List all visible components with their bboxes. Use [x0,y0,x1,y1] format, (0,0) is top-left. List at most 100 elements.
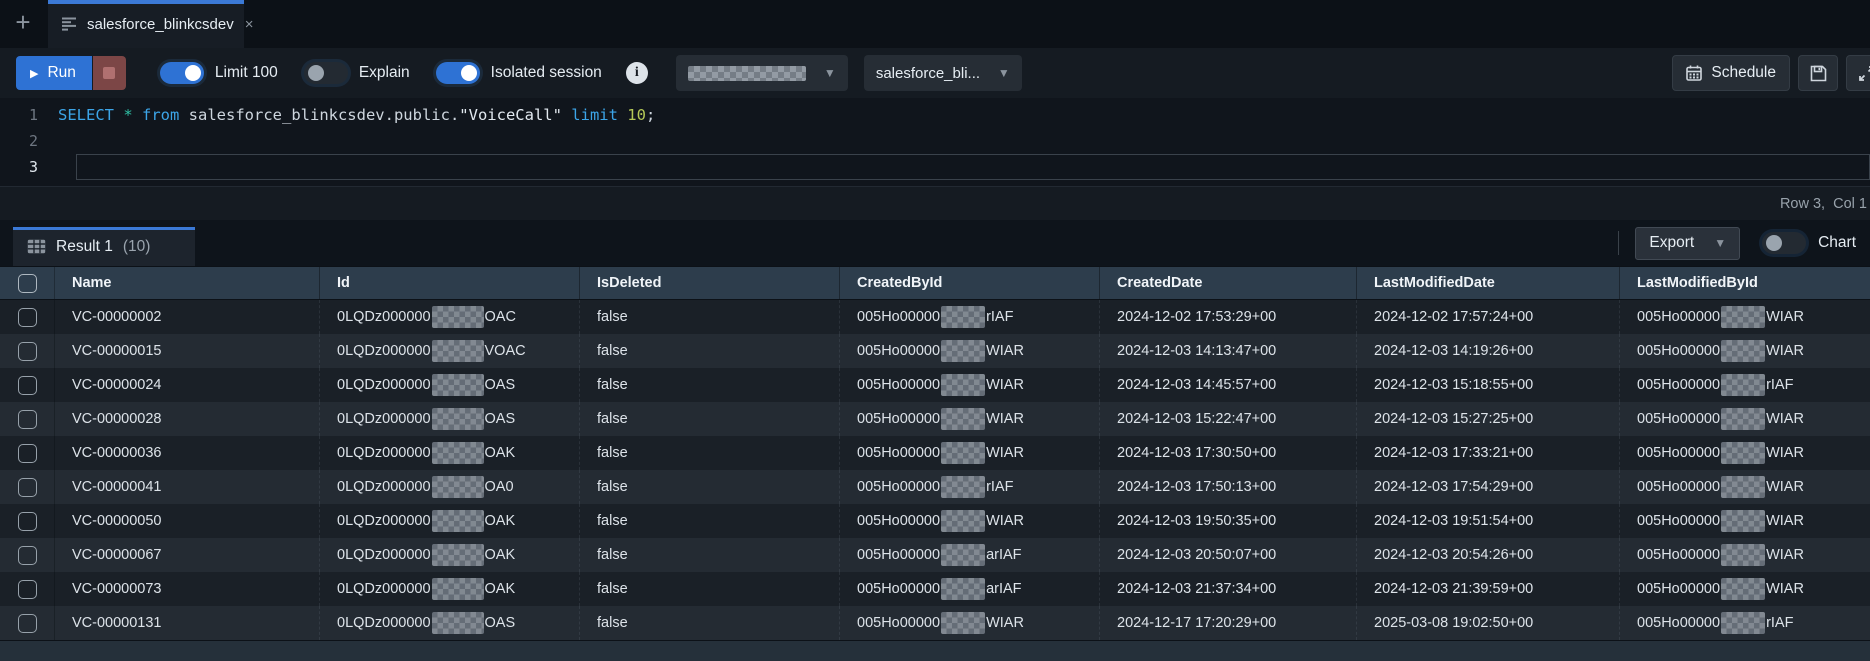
row-checkbox[interactable] [18,444,37,463]
cell-text: VC-00000067 [72,547,162,563]
table-row[interactable]: VC-00000024 0LQDz000000OAS false 005Ho00… [0,368,1870,402]
row-checkbox[interactable] [18,342,37,361]
cell-text: OAS [485,615,516,631]
tab-close-icon[interactable]: × [245,16,254,33]
cell-text: VC-00000024 [72,377,162,393]
info-icon[interactable]: i [626,62,648,84]
cell-text: 005Ho00000 [857,309,940,325]
cell-text: 2024-12-03 14:19:26+00 [1374,343,1533,359]
row-select-cell [0,300,55,334]
column-header-createdbyid[interactable]: CreatedById [840,267,1100,299]
cell-text: 0LQDz000000 [337,513,431,529]
schedule-button[interactable]: Schedule [1672,55,1790,91]
cell-createdbyid: 005Ho00000WIAR [840,504,1100,538]
chart-toggle[interactable] [1762,232,1806,254]
cell-text: 005Ho00000 [857,479,940,495]
column-header-createddate[interactable]: CreatedDate [1100,267,1357,299]
cell-text: 005Ho00000 [1637,343,1720,359]
redacted-text-block [1721,578,1765,600]
expand-editor-button[interactable] [1846,55,1870,91]
row-checkbox[interactable] [18,308,37,327]
cell-text: false [597,615,628,631]
cell-id: 0LQDz000000OAC [320,300,580,334]
cell-name: VC-00000024 [55,368,320,402]
cell-text: 005Ho00000 [857,615,940,631]
redacted-text-block [1721,442,1765,464]
table-row[interactable]: VC-00000015 0LQDz000000VOAC false 005Ho0… [0,334,1870,368]
new-tab-button[interactable]: + [0,0,46,48]
row-checkbox[interactable] [18,614,37,633]
save-button[interactable] [1798,55,1838,91]
column-header-id[interactable]: Id [320,267,580,299]
cell-text: WIAR [1766,411,1804,427]
cell-text: false [597,581,628,597]
row-checkbox[interactable] [18,546,37,565]
table-row[interactable]: VC-00000036 0LQDz000000OAK false 005Ho00… [0,436,1870,470]
cell-text: arIAF [986,547,1021,563]
cell-text: OAK [485,581,516,597]
database-dropdown-value: salesforce_bli... [876,65,980,82]
cell-text: false [597,445,628,461]
run-button[interactable]: ▶ Run [16,56,92,90]
table-row[interactable]: VC-00000002 0LQDz000000OAC false 005Ho00… [0,300,1870,334]
cell-isdeleted: false [580,538,840,572]
row-checkbox[interactable] [18,580,37,599]
cell-lastmodifiedbyid: 005Ho00000WIAR [1620,436,1870,470]
table-row[interactable]: VC-00000073 0LQDz000000OAK false 005Ho00… [0,572,1870,606]
cell-text: VC-00000002 [72,309,162,325]
sql-statement: SELECT * from salesforce_blinkcsdev.publ… [58,106,655,124]
cell-text: OA0 [485,479,514,495]
table-row[interactable]: VC-00000131 0LQDz000000OAS false 005Ho00… [0,606,1870,640]
row-checkbox[interactable] [18,512,37,531]
column-header-isdeleted[interactable]: IsDeleted [580,267,840,299]
cell-name: VC-00000028 [55,402,320,436]
row-checkbox[interactable] [18,410,37,429]
cell-text: false [597,411,628,427]
tab-salesforce-blinkcsdev[interactable]: salesforce_blinkcsdev × [48,0,244,48]
table-grid-icon [27,239,46,254]
cell-text: 0LQDz000000 [337,309,431,325]
cell-text: 0LQDz000000 [337,343,431,359]
column-header-lastmodifiedbyid[interactable]: LastModifiedById [1620,267,1870,299]
tab-result-1[interactable]: Result 1 (10) [13,227,195,266]
redacted-text-block [941,306,985,328]
export-button[interactable]: Export ▼ [1635,227,1740,260]
sql-editor[interactable]: 1 SELECT * from salesforce_blinkcsdev.pu… [0,98,1870,186]
redacted-text-block [432,612,484,634]
table-row[interactable]: VC-00000041 0LQDz000000OA0 false 005Ho00… [0,470,1870,504]
cell-text: rIAF [1766,615,1793,631]
row-checkbox[interactable] [18,376,37,395]
stop-button[interactable] [92,56,126,90]
cell-text: 2024-12-02 17:53:29+00 [1117,309,1276,325]
database-dropdown[interactable]: salesforce_bli... ▼ [864,55,1022,91]
cell-text: 2024-12-03 14:45:57+00 [1117,377,1276,393]
row-select-cell [0,538,55,572]
row-checkbox[interactable] [18,478,37,497]
cell-createdbyid: 005Ho00000WIAR [840,606,1100,640]
horizontal-scrollbar-track[interactable] [0,640,1870,661]
cell-text: 005Ho00000 [1637,581,1720,597]
cell-id: 0LQDz000000OAK [320,504,580,538]
explain-toggle[interactable] [304,62,348,84]
tab-label: salesforce_blinkcsdev [87,16,234,33]
cell-id: 0LQDz000000OA0 [320,470,580,504]
sql-star: * [123,106,142,124]
toggle-knob [308,65,324,81]
isolated-session-toggle[interactable] [436,62,480,84]
column-header-name[interactable]: Name [55,267,320,299]
cell-lastmodifieddate: 2024-12-03 19:51:54+00 [1357,504,1620,538]
cell-lastmodifieddate: 2024-12-03 17:33:21+00 [1357,436,1620,470]
column-header-lastmodifieddate[interactable]: LastModifiedDate [1357,267,1620,299]
cell-isdeleted: false [580,300,840,334]
toggle-knob [1766,235,1782,251]
table-row[interactable]: VC-00000067 0LQDz000000OAK false 005Ho00… [0,538,1870,572]
connection-dropdown[interactable]: ▼ [676,55,848,91]
limit-toggle[interactable] [160,62,204,84]
cell-text: 2024-12-03 21:37:34+00 [1117,581,1276,597]
select-all-checkbox[interactable] [18,274,37,293]
results-table: Name Id IsDeleted CreatedById CreatedDat… [0,266,1870,640]
table-row[interactable]: VC-00000028 0LQDz000000OAS false 005Ho00… [0,402,1870,436]
table-row[interactable]: VC-00000050 0LQDz000000OAK false 005Ho00… [0,504,1870,538]
redacted-text-block [941,374,985,396]
cell-text: OAS [485,411,516,427]
